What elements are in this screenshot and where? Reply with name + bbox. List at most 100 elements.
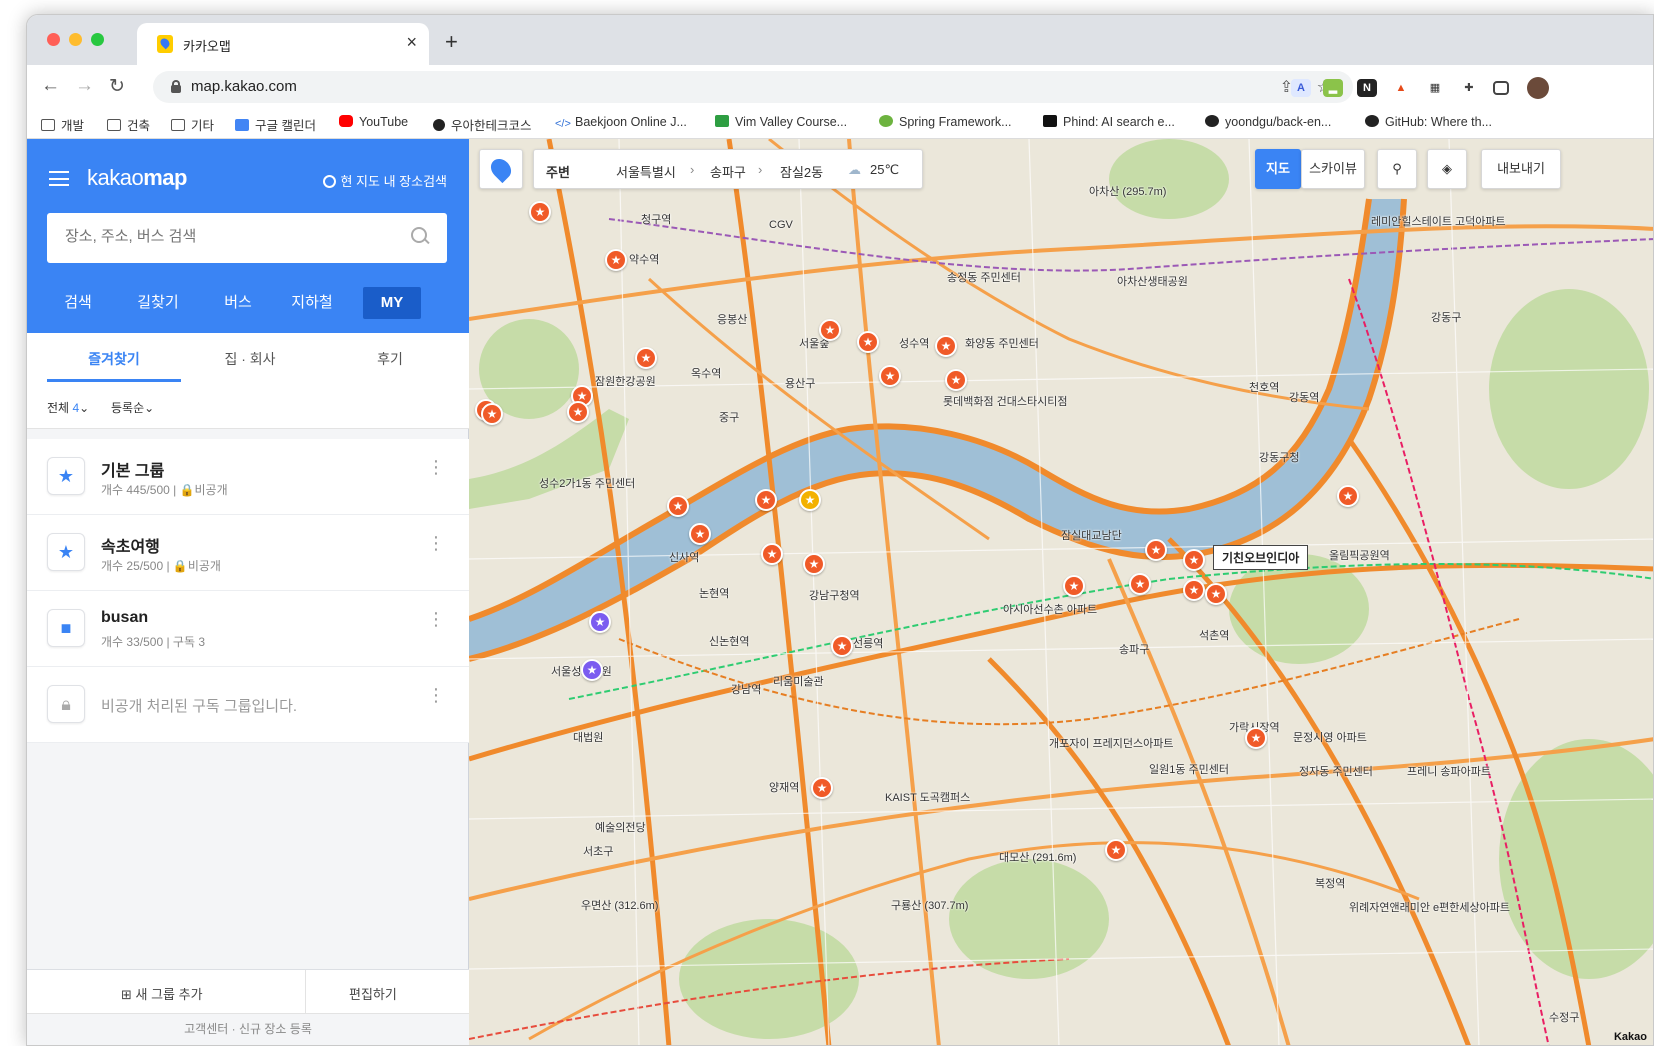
place-label[interactable]: 강동구청 [1259, 449, 1299, 465]
place-label[interactable]: 정자동 주민센터 [1299, 763, 1373, 779]
favorite-pin[interactable]: ★ [1063, 575, 1085, 597]
place-label[interactable]: 용산구 [785, 375, 815, 391]
list-item[interactable]: ■ busan 개수 33/500 | 구독 3 ⋮ [27, 591, 469, 667]
bookmark-link[interactable]: YouTube [339, 115, 408, 129]
place-label[interactable]: 선릉역 [853, 635, 883, 651]
map-canvas[interactable]: 청구역 CGV 약수역 옥수역 응봉산 서울숲 성수역 화양동 주민센터 송정동… [469, 139, 1653, 1045]
favorite-pin[interactable]: ★ [1183, 579, 1205, 601]
place-label[interactable]: 강동역 [1289, 389, 1319, 405]
favorite-pin[interactable]: ★ [935, 335, 957, 357]
layers-icon[interactable]: ◈ [1427, 149, 1467, 189]
place-label[interactable]: 신논현역 [709, 633, 749, 649]
place-label[interactable]: 잠원한강공원 [595, 373, 656, 389]
favorite-pin[interactable]: ★ [879, 365, 901, 387]
place-label[interactable]: 개포자이 프레지던스아파트 [1049, 735, 1174, 751]
place-label[interactable]: 화양동 주민센터 [965, 335, 1039, 351]
extension-green-icon[interactable]: ▂ [1323, 79, 1343, 97]
area-search-button[interactable]: 현 지도 내 장소검색 [323, 171, 447, 190]
place-label[interactable]: 옥수역 [691, 365, 721, 381]
more-options-icon[interactable]: ⋮ [427, 458, 445, 476]
breadcrumb-district[interactable]: 송파구 [710, 162, 746, 181]
kakaomap-logo[interactable]: kakaomap [87, 165, 187, 191]
place-label[interactable]: 수정구 [1549, 1009, 1579, 1025]
filter-all-dropdown[interactable]: 전체 4⌄ [47, 399, 89, 416]
place-label[interactable]: 약수역 [629, 251, 659, 267]
roadview-icon[interactable]: ⚲ [1377, 149, 1417, 189]
bookmark-link[interactable]: GitHub: Where th... [1365, 115, 1492, 129]
bookmark-link[interactable]: Phind: AI search e... [1043, 115, 1175, 129]
nearby-button[interactable]: 주변 [546, 162, 570, 181]
favorite-pin[interactable]: ★ [761, 543, 783, 565]
minimize-window-button[interactable] [69, 33, 82, 46]
bookmark-link[interactable]: yoondgu/back-en... [1205, 115, 1331, 129]
place-label[interactable]: 복정역 [1315, 875, 1345, 891]
export-button[interactable]: 내보내기 [1481, 149, 1561, 189]
place-label[interactable]: 일원1동 주민센터 [1149, 761, 1229, 777]
profile-avatar[interactable] [1527, 77, 1549, 99]
add-group-button[interactable]: ⊞ 새 그룹 추가 [121, 984, 203, 1003]
back-icon[interactable]: ← [41, 75, 60, 97]
favorite-pin[interactable]: ★ [1245, 727, 1267, 749]
place-label[interactable]: 아시아선수촌 아파트 [1003, 601, 1097, 617]
tab-subway[interactable]: 지하철 [281, 287, 343, 319]
menu-icon[interactable] [49, 171, 69, 186]
place-label[interactable]: 프레니 송파아파트 [1407, 763, 1491, 779]
bookmark-folder[interactable]: 기타 [171, 115, 214, 134]
favorite-pin[interactable]: ★ [635, 347, 657, 369]
favorite-pin[interactable]: ★ [803, 553, 825, 575]
more-options-icon[interactable]: ⋮ [427, 534, 445, 552]
place-label[interactable]: 롯데백화점 건대스타시티점 [943, 393, 1068, 409]
bookmark-link[interactable]: 우아한테크코스 [433, 115, 532, 134]
list-item[interactable]: ★ 기본 그룹 개수 445/500 | 🔒비공개 ⋮ [27, 439, 469, 515]
favorite-pin[interactable]: ★ [1145, 539, 1167, 561]
place-label[interactable]: 중구 [719, 409, 739, 425]
place-label[interactable]: 리움미술관 [773, 673, 824, 689]
place-label[interactable]: 레미안힐스테이트 고덕아파트 [1371, 213, 1506, 229]
bookmark-folder[interactable]: 건축 [107, 115, 150, 134]
more-options-icon[interactable]: ⋮ [427, 686, 445, 704]
place-label[interactable]: 송파구 [1119, 641, 1149, 657]
list-item[interactable]: ★ 속초여행 개수 25/500 | 🔒비공개 ⋮ [27, 515, 469, 591]
favorite-pin[interactable]: ★ [819, 319, 841, 341]
tab-reviews[interactable]: 후기 [325, 349, 455, 369]
browser-tab[interactable]: 카카오맵 × [137, 23, 429, 65]
edit-button[interactable]: 편집하기 [349, 984, 397, 1003]
place-label[interactable]: 강동구 [1431, 309, 1461, 325]
map-view-button[interactable]: 지도 [1255, 149, 1301, 189]
place-label[interactable]: 성수2가1동 주민센터 [539, 475, 635, 491]
bookmark-folder[interactable]: 개발 [41, 115, 84, 134]
place-label[interactable]: 예술의전당 [595, 819, 646, 835]
extensions-puzzle-icon[interactable]: ✚ [1459, 79, 1479, 97]
breadcrumb-city[interactable]: 서울특별시 [616, 162, 676, 181]
extension-qr-icon[interactable]: ▦ [1425, 79, 1445, 97]
tab-search[interactable]: 검색 [47, 287, 109, 319]
extension-notion-icon[interactable]: N [1357, 79, 1377, 97]
skyview-button[interactable]: 스카이뷰 [1301, 149, 1365, 189]
bookmark-link[interactable]: Spring Framework... [879, 115, 1012, 129]
place-label[interactable]: 강남구청역 [809, 587, 860, 603]
favorite-pin[interactable]: ★ [1105, 839, 1127, 861]
extension-red-icon[interactable]: ▲ [1391, 79, 1411, 97]
list-item[interactable]: 🔒︎ 비공개 처리된 구독 그룹입니다. ⋮ [27, 667, 469, 743]
place-label[interactable]: 서초구 [583, 843, 613, 859]
place-label[interactable]: 천호역 [1249, 379, 1279, 395]
tab-directions[interactable]: 길찾기 [123, 287, 193, 319]
place-label[interactable]: 아차산 (295.7m) [1089, 183, 1166, 199]
place-label[interactable]: 아차산생태공원 [1117, 273, 1188, 289]
favorite-pin[interactable]: ★ [799, 489, 821, 511]
favorite-pin[interactable]: ★ [755, 489, 777, 511]
favorite-pin[interactable]: ★ [945, 369, 967, 391]
tab-home-work[interactable]: 집 · 회사 [185, 349, 315, 369]
place-label[interactable]: 잠실대교남단 [1061, 527, 1122, 543]
new-tab-button[interactable]: + [445, 29, 458, 55]
maximize-window-button[interactable] [91, 33, 104, 46]
place-label[interactable]: 성수역 [899, 335, 929, 351]
bookmark-link[interactable]: Vim Valley Course... [715, 115, 847, 129]
place-label[interactable]: 석촌역 [1199, 627, 1229, 643]
favorite-pin[interactable]: ★ [857, 331, 879, 353]
favorite-pin[interactable]: ★ [589, 611, 611, 633]
place-label[interactable]: 응봉산 [717, 311, 747, 327]
tab-my[interactable]: MY [363, 287, 421, 319]
tab-bus[interactable]: 버스 [207, 287, 269, 319]
reload-icon[interactable]: ↻ [109, 75, 125, 98]
